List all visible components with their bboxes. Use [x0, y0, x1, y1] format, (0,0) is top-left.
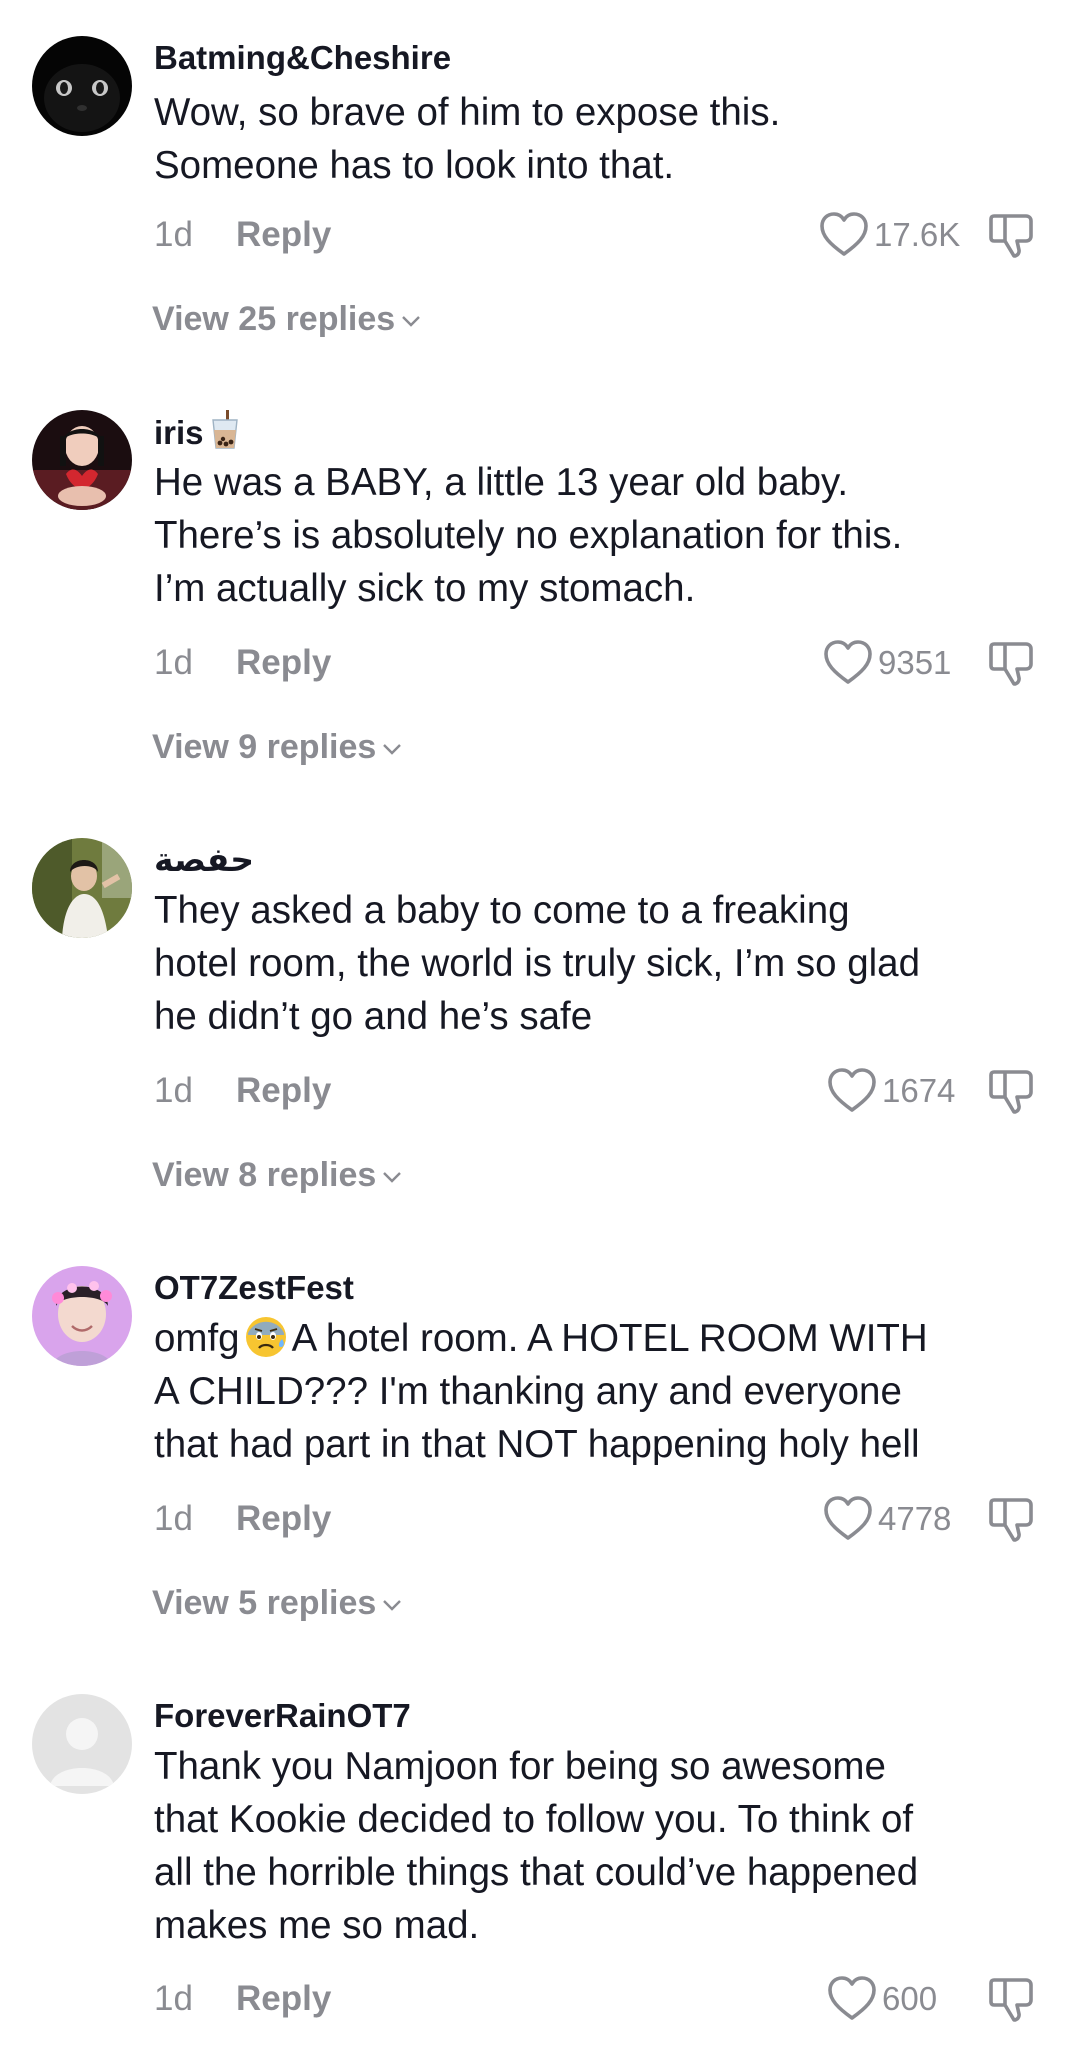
chevron-down-icon	[383, 744, 402, 755]
username[interactable]: OT7ZestFest	[154, 1268, 354, 1308]
comment-line: A CHILD??? I'm thanking any and everyone	[154, 1370, 902, 1413]
view-replies-label: View 25 replies	[152, 300, 396, 338]
comment-line: he didn’t go and he’s safe	[154, 995, 593, 1038]
avatar[interactable]	[32, 1266, 132, 1366]
view-replies-button[interactable]: View 8 replies	[152, 1152, 402, 1198]
username-label: iris	[154, 414, 204, 451]
username[interactable]: Batming&Cheshire	[154, 38, 451, 78]
heart-outline-icon	[820, 212, 868, 256]
view-replies-button[interactable]: View 25 replies	[152, 296, 421, 342]
thumbs-down-outline-icon[interactable]	[986, 210, 1036, 260]
chevron-down-icon	[402, 316, 421, 327]
comment-meta: 1d Reply	[154, 1974, 331, 2024]
comment-meta: 1d Reply	[154, 1066, 331, 1116]
comment-meta: 1d Reply	[154, 1494, 331, 1544]
avatar[interactable]	[32, 838, 132, 938]
username[interactable]: iris	[154, 410, 240, 453]
comment-line: Wow, so brave of him to expose this.	[154, 91, 781, 134]
reply-button[interactable]: Reply	[236, 1979, 331, 2018]
comment-line: Thank you Namjoon for being so awesome	[154, 1745, 886, 1788]
comment-text: omfg A hotel room. A HOTEL ROOM WITH A C…	[154, 1312, 1034, 1471]
chevron-down-icon	[383, 1172, 402, 1183]
comment-line: all the horrible things that could’ve ha…	[154, 1851, 919, 1894]
bubble-tea-icon	[211, 410, 238, 449]
comment-fragment: omfg	[154, 1317, 240, 1360]
avatar[interactable]	[32, 410, 132, 510]
chevron-down-icon	[383, 1600, 402, 1611]
like-count: 17.6K	[874, 216, 961, 253]
anxious-face-icon	[245, 1317, 286, 1357]
like-count: 4778	[878, 1500, 952, 1537]
comment-fragment: A hotel room. A HOTEL ROOM WITH	[291, 1317, 928, 1360]
timestamp: 1d	[154, 643, 193, 682]
thumbs-down-outline-icon[interactable]	[986, 1066, 1036, 1116]
comment-text: They asked a baby to come to a freaking …	[154, 884, 1034, 1043]
timestamp: 1d	[154, 1979, 193, 2018]
reply-button[interactable]: Reply	[236, 643, 331, 682]
timestamp: 1d	[154, 1071, 193, 1110]
comment-text: Thank you Namjoon for being so awesome t…	[154, 1740, 1034, 1952]
comment-meta: 1d Reply	[154, 210, 331, 260]
heart-outline-icon	[828, 1976, 876, 2020]
comment-text: He was a BABY, a little 13 year old baby…	[154, 456, 1034, 615]
username[interactable]: ForeverRainOT7	[154, 1696, 411, 1736]
avatar[interactable]	[32, 1694, 132, 1794]
comment-line: that Kookie decided to follow you. To th…	[154, 1798, 914, 1841]
heart-outline-icon	[828, 1068, 876, 1112]
like-count: 600	[882, 1980, 938, 2017]
like-button[interactable]: 1674	[826, 1066, 955, 1116]
reply-button[interactable]: Reply	[236, 1499, 331, 1538]
comment-line: He was a BABY, a little 13 year old baby…	[154, 461, 849, 504]
view-replies-label: View 8 replies	[152, 1156, 377, 1194]
reply-button[interactable]: Reply	[236, 1071, 331, 1110]
like-button[interactable]: 17.6K	[818, 210, 960, 260]
view-replies-label: View 5 replies	[152, 1584, 377, 1622]
comment-line: omfg A hotel room. A HOTEL ROOM WITH	[154, 1312, 1034, 1365]
username[interactable]: حفصة	[154, 840, 254, 880]
comment-line: that had part in that NOT happening holy…	[154, 1423, 920, 1466]
like-button[interactable]: 9351	[822, 638, 951, 688]
like-button[interactable]: 4778	[822, 1494, 951, 1544]
comment-line: makes me so mad.	[154, 1904, 480, 1947]
thumbs-down-outline-icon[interactable]	[986, 638, 1036, 688]
view-replies-button[interactable]: View 9 replies	[152, 724, 402, 770]
comment-line: They asked a baby to come to a freaking	[154, 889, 850, 932]
thumbs-down-outline-icon[interactable]	[986, 1974, 1036, 2024]
heart-outline-icon	[824, 640, 872, 684]
comment-line: There’s is absolutely no explanation for…	[154, 514, 903, 557]
like-button[interactable]: 600	[826, 1974, 937, 2024]
view-replies-label: View 9 replies	[152, 728, 377, 766]
heart-outline-icon	[824, 1496, 872, 1540]
timestamp: 1d	[154, 1499, 193, 1538]
comment-line: I’m actually sick to my stomach.	[154, 567, 696, 610]
comment-line: Someone has to look into that.	[154, 144, 675, 187]
timestamp: 1d	[154, 215, 193, 254]
thumbs-down-outline-icon[interactable]	[986, 1494, 1036, 1544]
view-replies-button[interactable]: View 5 replies	[152, 1580, 402, 1626]
comment-text: Wow, so brave of him to expose this. Som…	[154, 86, 1034, 192]
comment-meta: 1d Reply	[154, 638, 331, 688]
like-count: 1674	[882, 1072, 956, 1109]
comment-line: hotel room, the world is truly sick, I’m…	[154, 942, 920, 985]
avatar[interactable]	[32, 36, 132, 136]
like-count: 9351	[878, 644, 952, 681]
reply-button[interactable]: Reply	[236, 215, 331, 254]
